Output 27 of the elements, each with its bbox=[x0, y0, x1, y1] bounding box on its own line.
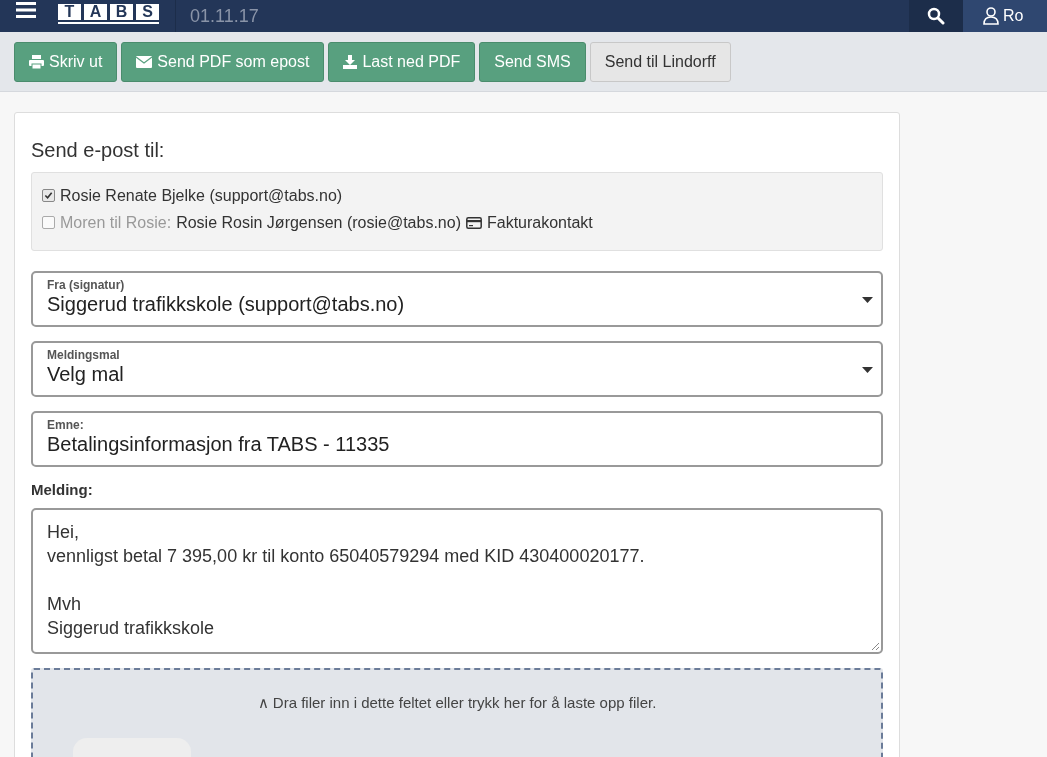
message-textarea[interactable]: Hei, vennligst betal 7 395,00 kr til konto 65040579294 med KID 430400020177. Mvh Siggerud trafikkskole bbox=[31, 508, 883, 654]
recipient-name: Rosie Renate Bjelke (support@tabs.no) bbox=[60, 186, 343, 205]
envelope-icon bbox=[136, 55, 153, 68]
input-field[interactable]: Emne: Betalingsinformasjon fra TABS - 11335 bbox=[31, 411, 883, 467]
logo[interactable]: T A B S bbox=[58, 0, 159, 24]
secondary-button[interactable]: Send til Lindorff bbox=[589, 41, 731, 82]
section-heading: Send e-post til: bbox=[31, 139, 166, 162]
credit-card-icon bbox=[465, 216, 482, 229]
dropdown-field[interactable]: Fra (signatur) Siggerud trafikkskole (support@tabs.no) bbox=[31, 271, 883, 327]
menu-icon[interactable] bbox=[16, 2, 36, 18]
search-button[interactable] bbox=[909, 0, 963, 32]
recipient-name: Rosie Rosin Jørgensen (rosie@tabs.no) bbox=[176, 213, 461, 232]
tag-label: Fakturakontakt bbox=[486, 213, 593, 232]
download-icon bbox=[343, 54, 358, 69]
user-menu[interactable]: Ro bbox=[963, 0, 1047, 32]
user-icon bbox=[983, 7, 999, 25]
printer-icon bbox=[29, 54, 44, 69]
resize-handle-icon[interactable] bbox=[871, 642, 879, 650]
caret-icon bbox=[862, 297, 873, 303]
dropdown-field[interactable]: Meldingsmal Velg mal bbox=[31, 341, 883, 397]
relation-label: Moren til Rosie: bbox=[60, 213, 172, 232]
checkbox[interactable] bbox=[42, 189, 55, 202]
file-dropzone[interactable]: ∧ Dra filer inn i dette feltet eller trykk her for å laste opp filer. bbox=[31, 668, 883, 757]
checkbox[interactable] bbox=[42, 216, 55, 229]
search-icon bbox=[927, 7, 945, 25]
message-label: Melding: bbox=[31, 481, 94, 498]
caret-icon bbox=[862, 367, 873, 373]
